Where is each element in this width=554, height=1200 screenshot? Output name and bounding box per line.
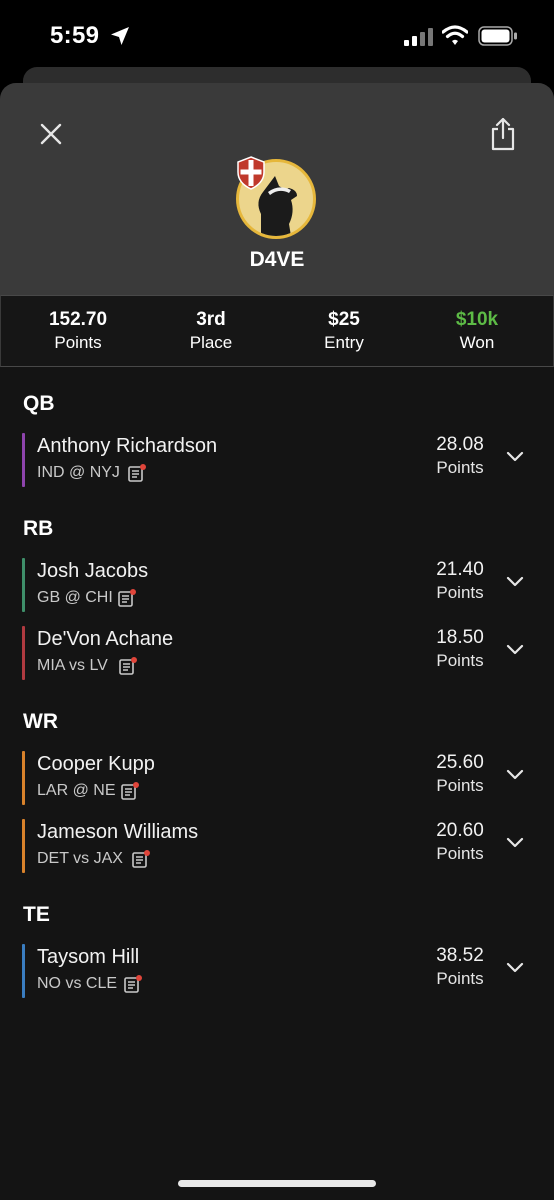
player-row[interactable]: Jameson Williams DET vs JAX 20.60 Points bbox=[22, 819, 532, 873]
stat-entry: $25 Entry bbox=[279, 308, 409, 354]
points-value: 28.08 bbox=[436, 434, 484, 455]
stat-value: 152.70 bbox=[48, 309, 108, 330]
section-label-qb: QB bbox=[23, 392, 55, 415]
position-color-bar bbox=[22, 433, 25, 487]
player-name: De'Von Achane bbox=[37, 628, 174, 650]
player-points: 38.52 Points bbox=[418, 944, 502, 990]
stats-bar: 152.70 Points 3rd Place $25 Entry $10k W… bbox=[0, 295, 554, 367]
points-value: 25.60 bbox=[436, 752, 484, 773]
chevron-down-icon[interactable] bbox=[506, 767, 524, 781]
chevron-down-icon[interactable] bbox=[506, 835, 524, 849]
chevron-down-icon[interactable] bbox=[506, 574, 524, 588]
points-unit: Points bbox=[436, 651, 484, 670]
wifi-icon bbox=[442, 25, 468, 45]
cellular-signal-icon bbox=[404, 28, 433, 46]
player-row[interactable]: Cooper Kupp LAR @ NE 25.60 Points bbox=[22, 751, 532, 805]
player-name: Jameson Williams bbox=[37, 821, 199, 843]
battery-icon bbox=[478, 26, 517, 46]
news-icon[interactable] bbox=[128, 464, 146, 482]
player-game: DET vs JAX bbox=[37, 850, 123, 867]
player-points: 25.60 Points bbox=[418, 751, 502, 797]
section-label-rb: RB bbox=[23, 517, 54, 540]
stat-points: 152.70 Points bbox=[13, 308, 143, 354]
lineup-sheet: D4VE 152.70 Points 3rd Place $25 Entry $… bbox=[0, 83, 554, 1200]
points-unit: Points bbox=[436, 458, 484, 477]
player-game: GB @ CHI bbox=[37, 589, 113, 606]
points-unit: Points bbox=[436, 844, 484, 863]
position-color-bar bbox=[22, 558, 25, 612]
close-icon[interactable] bbox=[36, 119, 66, 149]
points-value: 38.52 bbox=[436, 945, 484, 966]
status-bar: 5:59 bbox=[0, 0, 554, 72]
position-color-bar bbox=[22, 626, 25, 680]
points-unit: Points bbox=[436, 583, 484, 602]
stat-value: $10k bbox=[455, 309, 499, 330]
stat-place: 3rd Place bbox=[146, 308, 276, 354]
stat-label: Points bbox=[54, 333, 102, 352]
position-color-bar bbox=[22, 944, 25, 998]
position-color-bar bbox=[22, 751, 25, 805]
player-row[interactable]: Taysom Hill NO vs CLE 38.52 Points bbox=[22, 944, 532, 998]
news-icon[interactable] bbox=[132, 850, 150, 868]
stat-label: Place bbox=[189, 333, 233, 352]
home-indicator[interactable] bbox=[178, 1180, 376, 1187]
player-game: MIA vs LV bbox=[37, 657, 108, 674]
points-value: 21.40 bbox=[436, 559, 484, 580]
chevron-down-icon[interactable] bbox=[506, 449, 524, 463]
player-points: 21.40 Points bbox=[418, 558, 502, 604]
player-name: Josh Jacobs bbox=[37, 560, 149, 582]
shield-badge-icon bbox=[237, 156, 265, 190]
player-points: 18.50 Points bbox=[418, 626, 502, 672]
player-points: 20.60 Points bbox=[418, 819, 502, 865]
position-color-bar bbox=[22, 819, 25, 873]
player-row[interactable]: Anthony Richardson IND @ NYJ 28.08 Point… bbox=[22, 433, 532, 487]
news-icon[interactable] bbox=[119, 657, 137, 675]
news-icon[interactable] bbox=[118, 589, 136, 607]
player-name: Anthony Richardson bbox=[37, 435, 218, 457]
points-unit: Points bbox=[436, 969, 484, 988]
news-icon[interactable] bbox=[124, 975, 142, 993]
news-icon[interactable] bbox=[121, 782, 139, 800]
points-value: 18.50 bbox=[436, 627, 484, 648]
player-game: IND @ NYJ bbox=[37, 464, 120, 481]
player-points: 28.08 Points bbox=[418, 433, 502, 479]
player-game: NO vs CLE bbox=[37, 975, 118, 992]
share-icon[interactable] bbox=[488, 117, 518, 151]
stat-label: Won bbox=[459, 333, 495, 352]
stat-value: 3rd bbox=[196, 309, 226, 330]
points-value: 20.60 bbox=[436, 820, 484, 841]
stat-label: Entry bbox=[324, 333, 364, 352]
player-game: LAR @ NE bbox=[37, 782, 116, 799]
player-name: Taysom Hill bbox=[37, 946, 140, 968]
player-row[interactable]: De'Von Achane MIA vs LV 18.50 Points bbox=[22, 626, 532, 680]
status-time: 5:59 bbox=[50, 22, 100, 49]
player-row[interactable]: Josh Jacobs GB @ CHI 21.40 Points bbox=[22, 558, 532, 612]
stat-won: $10k Won bbox=[412, 308, 542, 354]
username: D4VE bbox=[249, 248, 305, 271]
player-name: Cooper Kupp bbox=[37, 753, 155, 775]
chevron-down-icon[interactable] bbox=[506, 642, 524, 656]
location-arrow-icon bbox=[111, 27, 129, 45]
sheet-header: D4VE bbox=[0, 83, 554, 296]
points-unit: Points bbox=[436, 776, 484, 795]
section-label-wr: WR bbox=[23, 710, 58, 733]
chevron-down-icon[interactable] bbox=[506, 960, 524, 974]
section-label-te: TE bbox=[23, 903, 50, 926]
stat-value: $25 bbox=[328, 309, 360, 330]
